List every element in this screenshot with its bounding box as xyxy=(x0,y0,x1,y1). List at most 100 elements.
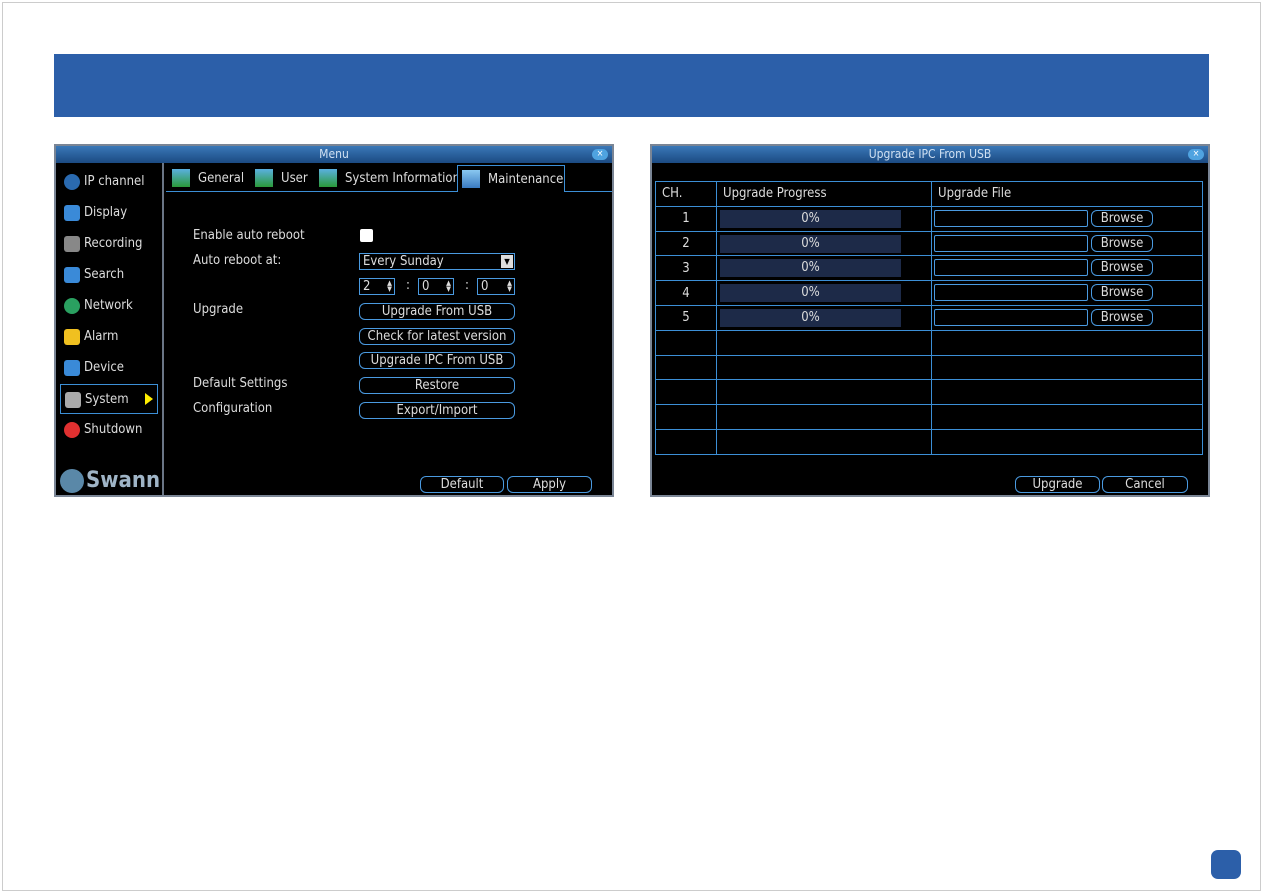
empty-cell xyxy=(931,354,1203,381)
progress-bar: 0% xyxy=(720,308,901,327)
channel-number: 4 xyxy=(655,280,717,306)
upgrade-button[interactable]: Upgrade xyxy=(1015,476,1100,493)
progress-bar: 0% xyxy=(720,209,901,228)
page-number-badge xyxy=(1211,850,1241,879)
progress-bar: 0% xyxy=(720,234,901,253)
sidebar-item-label: Recording xyxy=(84,236,143,251)
display-icon xyxy=(64,205,80,221)
default-button[interactable]: Default xyxy=(420,476,504,493)
empty-cell xyxy=(931,379,1203,406)
channel-number: 3 xyxy=(655,255,717,282)
file-cell: Browse xyxy=(931,205,1203,232)
close-icon[interactable]: × xyxy=(592,149,608,160)
sidebar-item-network[interactable]: Network xyxy=(60,291,158,321)
browse-button[interactable]: Browse xyxy=(1091,284,1153,302)
empty-cell xyxy=(716,329,932,356)
table-row xyxy=(655,428,1203,455)
upgrade-ipc-window: Upgrade IPC From USB × CH. Upgrade Progr… xyxy=(650,144,1210,497)
check-latest-version-button[interactable]: Check for latest version xyxy=(359,328,515,345)
time-separator: : xyxy=(465,278,469,293)
empty-cell xyxy=(655,329,717,356)
upgrade-file-input[interactable] xyxy=(934,259,1088,277)
tab-user[interactable]: User xyxy=(251,165,308,192)
upgrade-file-input[interactable] xyxy=(934,308,1088,326)
empty-cell xyxy=(655,428,717,455)
table-row: 5 0% Browse xyxy=(655,304,1203,331)
alarm-icon xyxy=(64,329,80,345)
sidebar-item-display[interactable]: Display xyxy=(60,198,158,228)
system-information-icon xyxy=(319,169,337,187)
export-import-button[interactable]: Export/Import xyxy=(359,402,515,419)
sidebar-item-device[interactable]: Device xyxy=(60,353,158,383)
upgrade-label: Upgrade xyxy=(193,302,244,317)
minute-stepper[interactable]: 0 ▲ ▼ xyxy=(418,278,454,295)
arrow-right-icon xyxy=(145,393,153,405)
ip-camera-icon xyxy=(64,174,80,190)
sidebar-item-label: Device xyxy=(84,360,125,375)
sidebar-item-label: Shutdown xyxy=(84,422,143,437)
sidebar-item-alarm[interactable]: Alarm xyxy=(60,322,158,352)
empty-cell xyxy=(716,354,932,381)
channel-number: 1 xyxy=(655,205,717,232)
empty-cell xyxy=(655,404,717,430)
network-icon xyxy=(64,298,80,314)
auto-reboot-day-select[interactable]: Every Sunday ▼ xyxy=(359,253,515,270)
sidebar-item-search[interactable]: Search xyxy=(60,260,158,290)
sidebar-item-system[interactable]: System xyxy=(60,384,158,414)
column-header-file: Upgrade File xyxy=(931,181,1203,207)
maintenance-icon xyxy=(462,170,480,188)
empty-cell xyxy=(716,428,932,455)
upgrade-from-usb-button[interactable]: Upgrade From USB xyxy=(359,303,515,320)
restore-button[interactable]: Restore xyxy=(359,377,515,394)
default-settings-label: Default Settings xyxy=(193,376,288,391)
sidebar-item-label: IP channel xyxy=(84,174,145,189)
sidebar-item-label: Alarm xyxy=(84,329,119,344)
upgrade-file-input[interactable] xyxy=(934,209,1088,227)
sidebar-item-label: Display xyxy=(84,205,128,220)
channel-number: 2 xyxy=(655,230,717,257)
column-header-ch: CH. xyxy=(655,181,717,207)
table-row: 3 0% Browse xyxy=(655,255,1203,282)
menu-titlebar: Menu × xyxy=(56,146,612,163)
sidebar-item-label: Search xyxy=(84,267,125,282)
second-stepper[interactable]: 0 ▲ ▼ xyxy=(477,278,515,295)
upgrade-file-input[interactable] xyxy=(934,284,1088,302)
sidebar-item-label: System xyxy=(85,392,129,407)
close-icon[interactable]: × xyxy=(1188,149,1204,160)
progress-cell: 0% xyxy=(716,255,932,282)
progress-cell: 0% xyxy=(716,304,932,331)
file-cell: Browse xyxy=(931,230,1203,257)
tab-system-information[interactable]: System Information xyxy=(315,165,460,192)
table-row xyxy=(655,379,1203,406)
cancel-button[interactable]: Cancel xyxy=(1102,476,1188,493)
upgrade-ipc-titlebar: Upgrade IPC From USB × xyxy=(652,146,1208,163)
sidebar-item-recording[interactable]: Recording xyxy=(60,229,158,259)
browse-button[interactable]: Browse xyxy=(1091,234,1153,252)
file-cell: Browse xyxy=(931,304,1203,331)
table-header: CH. Upgrade Progress Upgrade File xyxy=(655,181,1203,207)
upgrade-file-input[interactable] xyxy=(934,234,1088,252)
recording-icon xyxy=(64,236,80,252)
enable-auto-reboot-checkbox[interactable] xyxy=(360,229,373,242)
hour-stepper[interactable]: 2 ▲ ▼ xyxy=(359,278,395,295)
table-row: 2 0% Browse xyxy=(655,230,1203,257)
progress-cell: 0% xyxy=(716,280,932,306)
menu-window: Menu × Swann IP channel Display Recording S… xyxy=(54,144,614,497)
tab-maintenance[interactable]: Maintenance xyxy=(457,165,565,192)
progress-cell: 0% xyxy=(716,230,932,257)
auto-reboot-at-label: Auto reboot at: xyxy=(193,253,282,268)
window-title: Menu xyxy=(319,147,349,161)
tab-bar: General User System Information Maintena… xyxy=(166,163,612,192)
tab-general[interactable]: General xyxy=(168,165,244,192)
upgrade-ipc-from-usb-button[interactable]: Upgrade IPC From USB xyxy=(359,352,515,369)
empty-cell xyxy=(931,329,1203,356)
apply-button[interactable]: Apply xyxy=(507,476,592,493)
table-row xyxy=(655,329,1203,356)
browse-button[interactable]: Browse xyxy=(1091,209,1153,227)
progress-cell: 0% xyxy=(716,205,932,232)
sidebar-item-ip-channel[interactable]: IP channel xyxy=(60,167,158,197)
sidebar-item-shutdown[interactable]: Shutdown xyxy=(60,415,158,445)
browse-button[interactable]: Browse xyxy=(1091,259,1153,277)
browse-button[interactable]: Browse xyxy=(1091,308,1153,326)
general-icon xyxy=(172,169,190,187)
